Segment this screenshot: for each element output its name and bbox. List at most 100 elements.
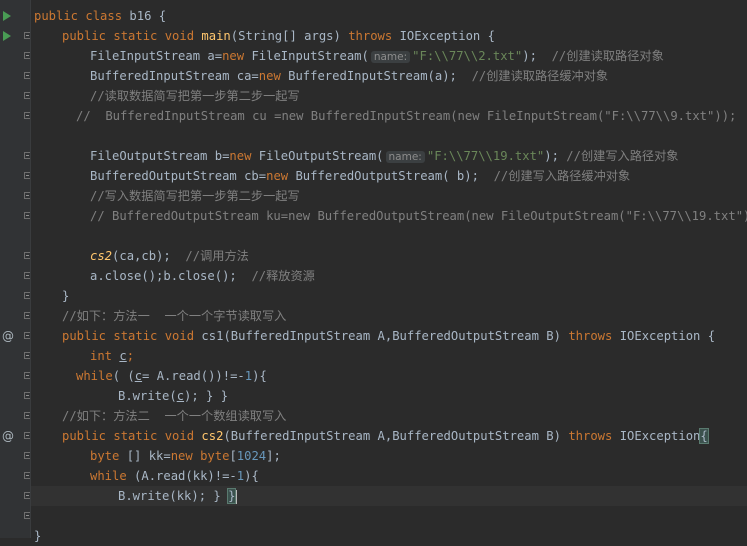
variable-reference: c	[134, 369, 143, 383]
code-line[interactable]: public static void cs1(BufferedInputStre…	[31, 326, 747, 346]
code-line-content: // BufferedOutputStream ku=new BufferedO…	[34, 206, 747, 226]
editor-gutter[interactable]: @ @	[0, 0, 31, 538]
comment: //创建写入路径缓冲对象	[493, 169, 631, 183]
keyword: public static void	[62, 329, 202, 343]
code-line[interactable]: byte [] kk=new byte[1024];	[31, 446, 747, 466]
keyword: public static void	[62, 29, 202, 43]
parameter-hint: name:	[370, 51, 411, 63]
code-text: = A.read())!=-	[142, 369, 245, 383]
code-line[interactable]	[31, 506, 747, 526]
code-text: FileInputStream(	[251, 49, 369, 63]
code-text: BufferedInputStream(a);	[288, 69, 472, 83]
implementation-icon[interactable]: @	[2, 329, 14, 343]
comment: //写入数据简写把第一步第二步一起写	[90, 189, 300, 203]
keyword: int	[90, 349, 120, 363]
matched-brace: {	[699, 428, 709, 444]
keyword: public static void	[62, 429, 202, 443]
run-main-icon[interactable]	[3, 31, 11, 41]
code-line-content: FileOutputStream b=new FileOutputStream(…	[34, 146, 678, 167]
code-line-content: public static void main(String[] args) t…	[34, 26, 495, 46]
keyword: while	[76, 369, 113, 383]
code-line[interactable]: public static void main(String[] args) t…	[31, 26, 747, 46]
comment: //读取数据简写把第一步第二步一起写	[90, 89, 300, 103]
code-line-content: // BufferedInputStream cu =new BufferedI…	[34, 106, 736, 126]
code-line[interactable]: BufferedInputStream ca=new BufferedInput…	[31, 66, 747, 86]
code-line[interactable]: public class b16 {	[31, 6, 747, 26]
code-line[interactable]: // BufferedOutputStream ku=new BufferedO…	[31, 206, 747, 226]
code-line[interactable]: // BufferedInputStream cu =new BufferedI…	[31, 106, 747, 126]
comment: //创建读取路径缓冲对象	[471, 69, 609, 83]
keyword: new	[222, 49, 252, 63]
keyword: throws	[348, 29, 400, 43]
code-line[interactable]: B.write(kk); } }	[31, 486, 747, 506]
method-name: main	[201, 29, 231, 43]
method-call: cs2	[90, 249, 113, 263]
code-line[interactable]: while (A.read(kk)!=-1){	[31, 466, 747, 486]
keyword: byte	[90, 449, 127, 463]
code-text: (BufferedInputStream A,BufferedOutputStr…	[223, 429, 569, 443]
code-text: );	[544, 149, 567, 163]
code-line-content: }	[34, 526, 41, 546]
code-line-content: B.write(kk); } }	[34, 486, 238, 506]
code-line[interactable]: B.write(c); } }	[31, 386, 747, 406]
code-line-content: byte [] kk=new byte[1024];	[34, 446, 281, 466]
code-line-content: FileInputStream a=new FileInputStream(na…	[34, 46, 664, 67]
code-line[interactable]: public static void cs2(BufferedInputStre…	[31, 426, 747, 446]
code-text: (A.read(kk)!=-	[134, 469, 237, 483]
code-text: [] kk=	[126, 449, 171, 463]
code-line-content: public static void cs2(BufferedInputStre…	[34, 426, 709, 446]
text-caret	[236, 489, 238, 504]
code-text: IOException {	[399, 29, 495, 43]
code-text: BufferedOutputStream( b);	[295, 169, 494, 183]
run-class-icon[interactable]	[3, 11, 11, 21]
code-text: ];	[266, 449, 281, 463]
code-line[interactable]: int c;	[31, 346, 747, 366]
code-line[interactable]: //如下：方法一 一个一个字节读取写入	[31, 306, 747, 326]
code-line[interactable]: //读取数据简写把第一步第二步一起写	[31, 86, 747, 106]
code-line[interactable]: //写入数据简写把第一步第二步一起写	[31, 186, 747, 206]
code-line[interactable]: a.close();b.close(); //释放资源	[31, 266, 747, 286]
code-text: ( (	[112, 369, 135, 383]
code-line[interactable]: FileOutputStream b=new FileOutputStream(…	[31, 146, 747, 166]
comment: //如下：方法二 一个一个数组读取写入	[62, 409, 287, 423]
code-text: IOException {	[619, 329, 716, 343]
code-line[interactable]	[31, 126, 747, 146]
code-text: ); } }	[184, 389, 229, 403]
number-literal: 1024	[236, 449, 267, 463]
code-text: a.close();b.close();	[90, 269, 252, 283]
string-literal: "F:\\77\\19.txt"	[426, 149, 545, 163]
code-text: FileInputStream a=	[90, 49, 223, 63]
comment: // BufferedInputStream cu =new BufferedI…	[76, 109, 737, 123]
code-line-content: BufferedOutputStream cb=new BufferedOutp…	[34, 166, 630, 186]
code-line-content: int c;	[34, 346, 134, 366]
code-line-content: while( (c= A.read())!=-1){	[34, 366, 267, 386]
code-line[interactable]: while( (c= A.read())!=-1){	[31, 366, 747, 386]
code-text: B.write(	[118, 389, 177, 403]
code-line[interactable]: cs2(ca,cb); //调用方法	[31, 246, 747, 266]
code-line-content: B.write(c); } }	[34, 386, 228, 406]
code-line[interactable]: BufferedOutputStream cb=new BufferedOutp…	[31, 166, 747, 186]
code-line[interactable]: }	[31, 286, 747, 306]
code-text: B.write(kk); }	[118, 489, 229, 503]
comment: //调用方法	[185, 249, 249, 263]
string-literal: "F:\\77\\2.txt"	[412, 49, 523, 63]
comment: //创建写入路径对象	[566, 149, 679, 163]
code-line[interactable]: }	[31, 526, 747, 546]
code-line-content: BufferedInputStream ca=new BufferedInput…	[34, 66, 608, 86]
code-line-content: cs2(ca,cb); //调用方法	[34, 246, 249, 266]
code-text: BufferedInputStream ca=	[90, 69, 259, 83]
code-text: (String[] args)	[230, 29, 349, 43]
code-line[interactable]	[31, 226, 747, 246]
keyword: throws	[568, 429, 620, 443]
code-editor[interactable]: public class b16 {public static void mai…	[31, 0, 747, 543]
code-text: (BufferedInputStream A,BufferedOutputStr…	[223, 329, 569, 343]
code-line[interactable]: FileInputStream a=new FileInputStream(na…	[31, 46, 747, 66]
code-line[interactable]: //如下：方法二 一个一个数组读取写入	[31, 406, 747, 426]
code-text: ){	[244, 469, 259, 483]
comment: //如下：方法一 一个一个字节读取写入	[62, 309, 287, 323]
variable-reference: c	[119, 349, 127, 363]
code-text: cs1	[201, 329, 224, 343]
implementation-icon[interactable]: @	[2, 429, 14, 443]
code-line-content: public static void cs1(BufferedInputStre…	[34, 326, 715, 346]
code-text: FileOutputStream(	[258, 149, 384, 163]
